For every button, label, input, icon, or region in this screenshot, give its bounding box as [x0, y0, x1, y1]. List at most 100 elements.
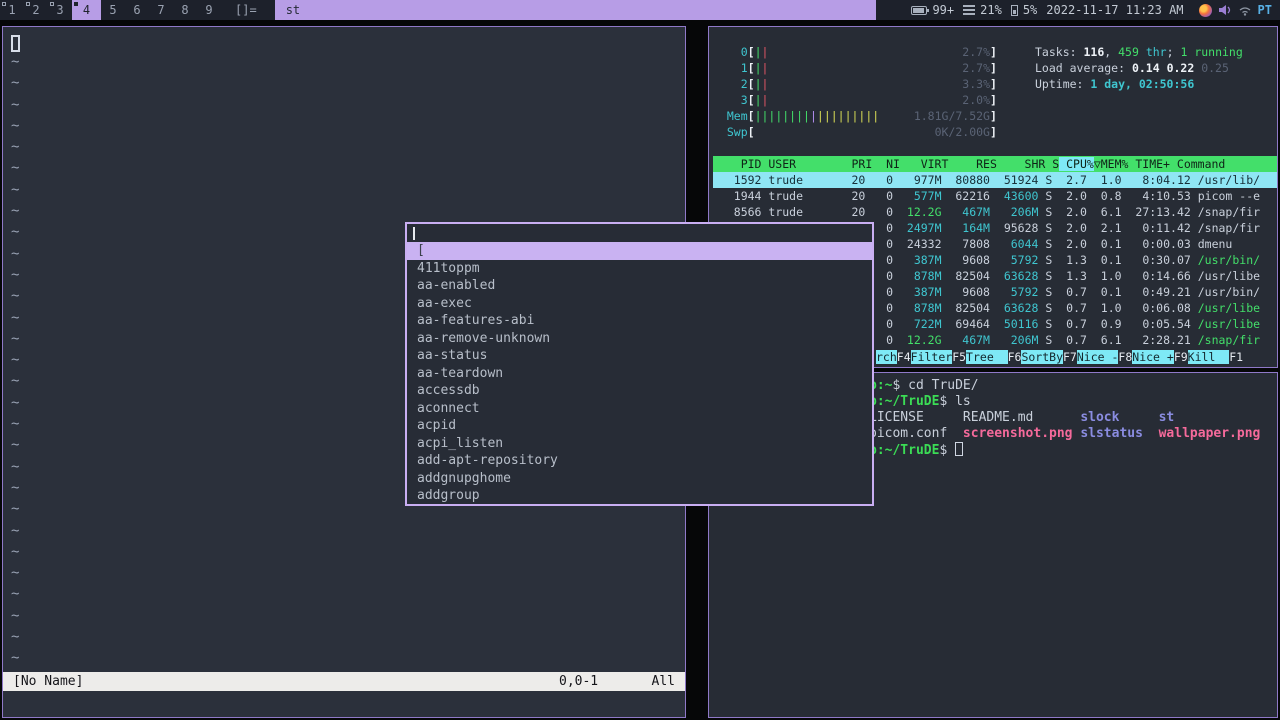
fn-key-F4[interactable]: F4Filter [897, 350, 953, 364]
dmenu-item[interactable]: aa-enabled [407, 277, 872, 295]
meter-bracket: [ [747, 45, 755, 59]
firefox-icon[interactable] [1198, 3, 1212, 17]
dmenu-item[interactable]: aconnect [407, 400, 872, 418]
fn-action-label: Kill [1187, 350, 1230, 364]
cell: 51924 [989, 173, 1039, 187]
text-segment: slock [1080, 410, 1159, 425]
workspace-tag-3[interactable]: 3 [48, 0, 72, 20]
empty-line-tilde: ~ [11, 607, 20, 624]
terminal-line: LICENSE README.md slock st [869, 410, 1260, 426]
fn-key-F8[interactable]: F8Nice + [1118, 350, 1174, 364]
table-header-row[interactable]: PID USER PRI NI VIRT RES SHR S CPU%▽MEM%… [713, 156, 1277, 172]
dmenu-item[interactable]: aa-teardown [407, 365, 872, 383]
meter-bracket: [ [747, 125, 755, 139]
htop-meter: 2[|| 3.3%] [713, 76, 997, 92]
dmenu-item[interactable]: acpid [407, 417, 872, 435]
cell: 0.9 [1086, 317, 1122, 331]
dmenu-item[interactable]: add-apt-repository [407, 452, 872, 470]
htop-meter: Mem[|||||||||||||||||| 1.81G/7.52G] [713, 108, 997, 124]
workspace-tag-5[interactable]: 5 [101, 0, 125, 20]
cell-command: /snap/fir [1190, 333, 1261, 347]
fn-key-F5[interactable]: F5Tree [952, 350, 1008, 364]
cell: 69464 [941, 317, 990, 331]
cell: S [1038, 237, 1053, 251]
cell: 82504 [941, 269, 990, 283]
cell: 5792 [989, 285, 1039, 299]
htop-function-key-bar[interactable]: rchF4FilterF5Tree F6SortByF7Nice -F8Nice… [876, 349, 1277, 365]
dmenu-item[interactable]: addgnupghome [407, 470, 872, 488]
fn-key-F9[interactable]: F9Kill [1173, 350, 1230, 364]
fn-key-fragment[interactable]: rch [876, 350, 897, 364]
cell: 20 [837, 205, 866, 219]
fn-key-label: F5 [952, 350, 967, 364]
text-segment: wallpaper.png [1158, 426, 1261, 441]
fn-key-label: F9 [1173, 350, 1188, 364]
meter-bar: ||||||||| [816, 109, 880, 123]
cell: S [1038, 189, 1053, 203]
empty-line-tilde: ~ [11, 352, 20, 369]
cell: 0:00.03 [1121, 237, 1191, 251]
process-row[interactable]: 1944 trude 20 0 577M 62216 43600 S 2.0 0… [713, 188, 1277, 204]
text-segment: p:~/TruDE [869, 443, 940, 458]
vim-buffer[interactable]: ~ ~ ~ ~ ~ ~ ~ ~ ~ ~ ~ ~ ~ ~ ~ ~ ~ ~ ~ ~ ~ ~ ~ ~ ~ ~ ~ ~ ~ [11, 33, 20, 670]
cell: 63628 [989, 269, 1039, 283]
meter-bracket: ] [990, 93, 997, 107]
cell: 206M [989, 205, 1039, 219]
cell: 878M [893, 269, 942, 283]
load-average: Load average: 0.14 0.22 0.25 [1035, 60, 1243, 76]
cell: 7808 [941, 237, 990, 251]
cell-command: /usr/bin/ [1190, 285, 1261, 299]
dmenu-input[interactable] [407, 224, 872, 242]
cell: 2.0 [1052, 205, 1087, 219]
empty-line-tilde: ~ [11, 181, 20, 198]
empty-line-tilde: ~ [11, 139, 20, 156]
dmenu-item[interactable]: acpi_listen [407, 435, 872, 453]
fn-action-label: Nice + [1132, 350, 1174, 364]
process-row[interactable]: 1592 trude 20 0 977M 80880 51924 S 2.7 1… [713, 172, 1277, 188]
fn-key-F7[interactable]: F7Nice - [1063, 350, 1119, 364]
wifi-icon[interactable] [1238, 5, 1252, 16]
keyboard-layout-indicator[interactable]: PT [1258, 3, 1272, 17]
dmenu-item-selected[interactable]: [ [407, 242, 872, 260]
workspace-tag-9[interactable]: 9 [197, 0, 221, 20]
volume-icon[interactable] [1218, 4, 1232, 16]
cpu-icon [1010, 4, 1018, 16]
cell: S [1038, 173, 1053, 187]
empty-line-tilde: ~ [11, 416, 20, 433]
text-segment: ls [955, 394, 971, 409]
htop-meter: 3[|| 2.0%] [713, 92, 997, 108]
fn-key-F1[interactable]: F1 [1229, 350, 1243, 364]
dmenu-item[interactable]: addgroup [407, 487, 872, 504]
workspace-tag-1[interactable]: 1 [0, 0, 24, 20]
workspace-tag-7[interactable]: 7 [149, 0, 173, 20]
empty-line-tilde: ~ [11, 75, 20, 92]
workspace-tag-8[interactable]: 8 [173, 0, 197, 20]
meter-bar: | [809, 109, 817, 123]
layout-symbol[interactable]: []= [221, 0, 275, 20]
cell: S [1038, 205, 1053, 219]
workspace-tag-4[interactable]: 4 [72, 0, 101, 20]
workspace-tag-6[interactable]: 6 [125, 0, 149, 20]
dmenu-launcher[interactable]: [411toppm aa-enabled aa-exec aa-features-ab… [405, 222, 874, 506]
fn-key-F6[interactable]: F6SortBy [1008, 350, 1063, 364]
meter-bracket: [ [747, 61, 755, 75]
meter-bracket: ] [989, 125, 997, 139]
htop-summary: Tasks: 116, 459 thr; 1 running Load avera… [1035, 44, 1243, 92]
dmenu-item[interactable]: aa-remove-unknown [407, 330, 872, 348]
header-sort-column-cpu[interactable]: CPU% [1059, 157, 1094, 171]
dmenu-item[interactable]: aa-exec [407, 295, 872, 313]
cell: 6.1 [1086, 333, 1122, 347]
empty-line-tilde: ~ [11, 501, 20, 518]
cpu-value: 5% [1022, 3, 1038, 17]
cell: 20 [837, 189, 866, 203]
cell: S [1038, 269, 1053, 283]
dmenu-item[interactable]: accessdb [407, 382, 872, 400]
dmenu-item[interactable]: aa-status [407, 347, 872, 365]
cell: S [1038, 333, 1053, 347]
dmenu-item[interactable]: aa-features-abi [407, 312, 872, 330]
process-row[interactable]: 8566 trude 20 0 12.2G 467M 206M S 2.0 6.… [713, 204, 1277, 220]
dmenu-item[interactable]: 411toppm [407, 260, 872, 278]
workspace-tag-2[interactable]: 2 [24, 0, 48, 20]
cell: 1.0 [1086, 173, 1122, 187]
meter-value: 2.7% [768, 45, 990, 59]
